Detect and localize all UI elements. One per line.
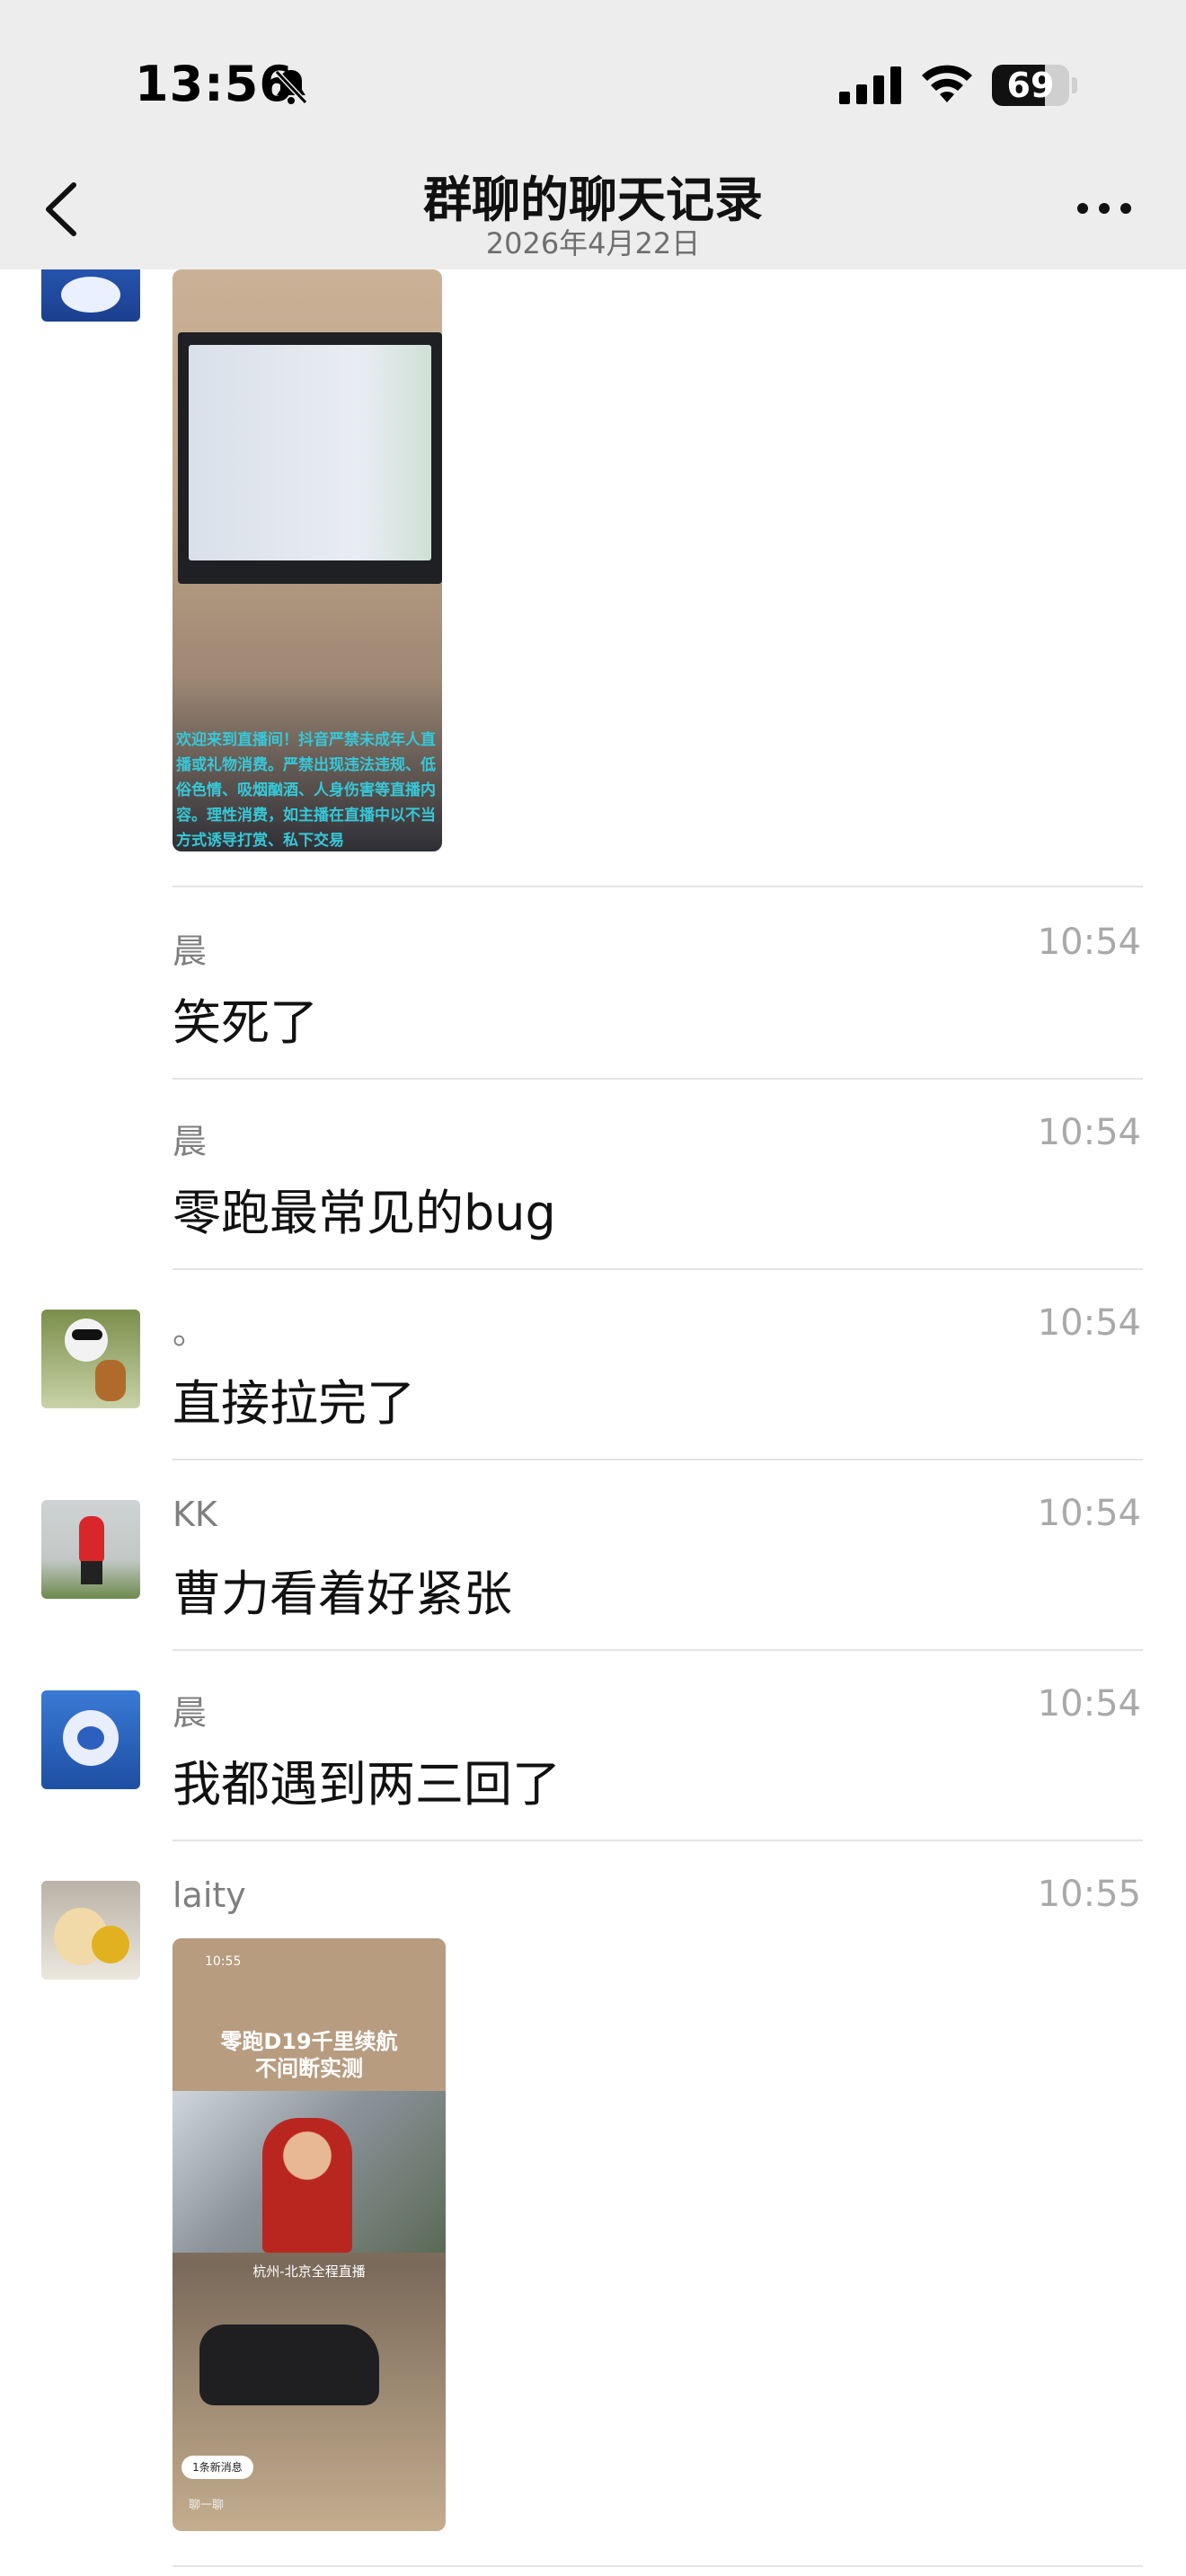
status-bar: 13:56 69 (0, 0, 1186, 153)
more-dots-icon[interactable] (1075, 190, 1134, 226)
message-item: 晨 10:54 我都遇到两三回了 (0, 1651, 1186, 1841)
nav-bar: 群聊的聊天记录 2026年4月22日 (0, 153, 1186, 269)
message-time: 10:54 (1037, 1493, 1141, 1534)
video-title: 零跑D19千里续航 不间断实测 (173, 2028, 446, 2082)
avatar[interactable] (41, 1881, 140, 1980)
sender-name: laity (173, 1875, 246, 1915)
new-message-badge: 1条新消息 (181, 2456, 253, 2479)
chat-image[interactable]: 欢迎来到直播间！抖音严禁未成年人直播或礼物消费。严禁出现违法违规、低俗色情、吸烟… (173, 269, 442, 851)
battery-level: 69 (1006, 66, 1055, 105)
chat-history-list[interactable]: 欢迎来到直播间！抖音严禁未成年人直播或礼物消费。严禁出现违法违规、低俗色情、吸烟… (0, 269, 1186, 2576)
avatar[interactable] (41, 1310, 140, 1408)
message-item: KK 10:54 曹力看着好紧张 (0, 1460, 1186, 1651)
car-screen (178, 332, 442, 584)
divider (173, 886, 1143, 887)
message-time: 10:55 (1037, 1874, 1141, 1915)
message-time: 10:54 (1037, 1302, 1141, 1344)
bell-slash-icon (274, 69, 308, 105)
battery-icon: 69 (992, 65, 1069, 106)
divider (173, 2565, 1143, 2567)
video-title-line1: 零跑D19千里续航 (220, 2029, 398, 2054)
signal-icon (839, 66, 901, 104)
video-title-line2: 不间断实测 (255, 2056, 363, 2081)
avatar[interactable] (41, 269, 140, 322)
avatar[interactable] (41, 1500, 140, 1599)
message-text[interactable]: 直接拉完了 (173, 1363, 415, 1434)
sender-name: 晨 (173, 931, 208, 971)
wifi-icon (922, 65, 972, 102)
image-caption: 欢迎来到直播间！抖音严禁未成年人直播或礼物消费。严禁出现违法违规、低俗色情、吸烟… (176, 731, 436, 850)
comment-input-hint: 聊一聊 (189, 2499, 225, 2512)
sender-name: 。 (173, 1312, 208, 1352)
battery-tip (1072, 77, 1077, 93)
avatar[interactable] (41, 1690, 140, 1789)
message-time: 10:54 (1037, 1112, 1141, 1153)
message-text[interactable]: 笑死了 (173, 983, 318, 1054)
presenter (262, 2118, 352, 2253)
message-item: 晨 10:54 零跑最常见的bug (0, 1080, 1186, 1270)
message-item-image: laity 10:55 10:55 零跑D19千里续航 不间断实测 杭州-北京全… (0, 1841, 1186, 2576)
video-status-time: 10:55 (205, 1954, 242, 1969)
message-time: 10:54 (1037, 1683, 1141, 1725)
sender-name: 晨 (173, 1122, 208, 1161)
message-item-image: 欢迎来到直播间！抖音严禁未成年人直播或礼物消费。严禁出现违法违规、低俗色情、吸烟… (0, 269, 1186, 889)
message-text[interactable]: 零跑最常见的bug (173, 1173, 556, 1244)
sender-name: 晨 (173, 1693, 208, 1733)
chat-video-thumbnail[interactable]: 10:55 零跑D19千里续航 不间断实测 杭州-北京全程直播 1条新消息 聊一… (173, 1938, 446, 2531)
message-text[interactable]: 曹力看着好紧张 (173, 1554, 512, 1625)
video-frame (173, 2091, 446, 2253)
sender-name: KK (173, 1495, 217, 1534)
message-item: 晨 10:54 笑死了 (0, 889, 1186, 1080)
page-subtitle: 2026年4月22日 (485, 226, 701, 260)
message-item: 。 10:54 直接拉完了 (0, 1270, 1186, 1460)
video-header: 10:55 零跑D19千里续航 不间断实测 (173, 1938, 446, 2091)
message-time: 10:54 (1037, 922, 1141, 963)
car-image (199, 2325, 379, 2405)
message-text[interactable]: 我都遇到两三回了 (173, 1744, 561, 1815)
video-location: 杭州-北京全程直播 (252, 2263, 366, 2280)
